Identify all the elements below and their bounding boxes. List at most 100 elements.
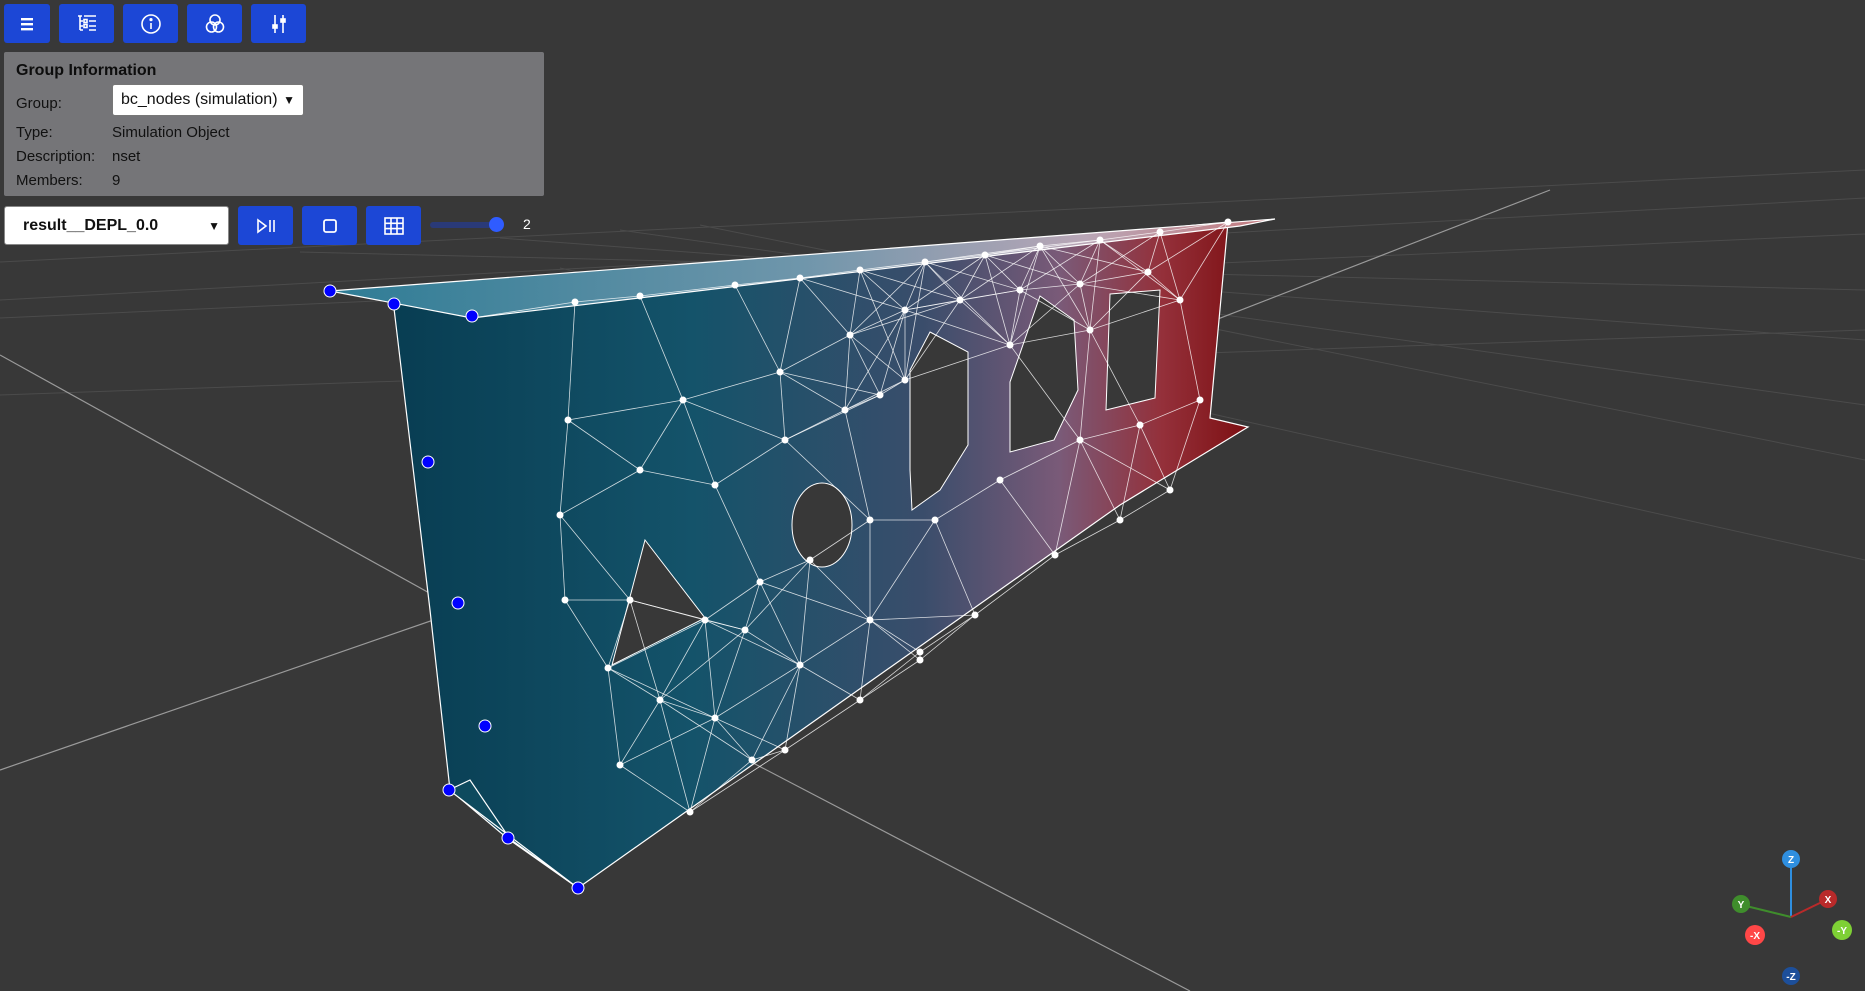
mesh-node: [796, 661, 804, 669]
mesh-node: [731, 281, 739, 289]
mesh-node: [846, 331, 854, 339]
mesh-node: [711, 714, 719, 722]
info-button[interactable]: [123, 4, 178, 43]
mesh-node: [866, 616, 874, 624]
description-value: nset: [112, 147, 141, 165]
mesh-node: [776, 368, 784, 376]
type-label: Type:: [16, 123, 53, 141]
boundary-node[interactable]: [451, 596, 465, 610]
mesh-node: [996, 476, 1004, 484]
sliders-icon: [271, 14, 286, 33]
mesh-node: [931, 516, 939, 524]
hamburger-menu-icon: [21, 17, 33, 30]
mesh-node: [1086, 326, 1094, 334]
mesh-node: [701, 616, 709, 624]
mesh-node: [916, 648, 924, 656]
members-label: Members:: [16, 171, 83, 189]
mesh-node: [971, 611, 979, 619]
mesh-node: [1144, 268, 1152, 276]
axis-z-label: Z: [1788, 855, 1794, 866]
tree-view-button[interactable]: [59, 4, 114, 43]
mesh-node: [1036, 242, 1044, 250]
menu-button[interactable]: [4, 4, 50, 43]
mesh-node: [756, 578, 764, 586]
main-toolbar: [4, 4, 306, 43]
hole-square: [1105, 289, 1161, 411]
axis-neg-z-label: -Z: [1786, 972, 1795, 983]
boundary-node[interactable]: [421, 455, 435, 469]
chevron-down-icon: ▼: [208, 218, 220, 233]
mesh-node: [921, 258, 929, 266]
mesh-node: [656, 696, 664, 704]
mesh-node: [1076, 436, 1084, 444]
mesh-node: [841, 406, 849, 414]
mesh-node: [604, 664, 612, 672]
mesh-node: [796, 274, 804, 282]
group-row: Group: bc_nodes (simulation) ▼: [16, 84, 536, 120]
group-label: Group:: [16, 94, 62, 112]
deformed-mesh[interactable]: [323, 218, 1276, 895]
mesh-node: [781, 436, 789, 444]
groups-button[interactable]: [187, 4, 242, 43]
axis-x-label: X: [1825, 895, 1832, 906]
axis-y-label: Y: [1738, 900, 1745, 911]
axis-neg-x-label: -X: [1750, 931, 1760, 942]
tree-list-icon: [77, 14, 96, 31]
boundary-node[interactable]: [323, 284, 337, 298]
description-label: Description:: [16, 147, 96, 165]
mesh-node: [1166, 486, 1174, 494]
result-field-select[interactable]: result__DEPL_0.0 ▼: [4, 206, 229, 245]
mesh-node: [866, 516, 874, 524]
mesh-grid-toggle-button[interactable]: [366, 206, 421, 245]
mesh-node: [741, 626, 749, 634]
group-select[interactable]: bc_nodes (simulation) ▼: [112, 84, 304, 116]
info-icon: [140, 13, 161, 34]
group-information-panel: Group Information Group: bc_nodes (simul…: [4, 52, 544, 196]
mesh-node: [1096, 236, 1104, 244]
mesh-node: [901, 376, 909, 384]
animation-slider-thumb[interactable]: [489, 217, 504, 232]
axes-gizmo[interactable]: Z Y X -X -Y -Z: [1732, 850, 1852, 985]
result-select-value: result__DEPL_0.0: [23, 216, 159, 234]
mesh-node: [616, 761, 624, 769]
mesh-node: [748, 756, 756, 764]
mesh-node: [1224, 218, 1232, 226]
boundary-node[interactable]: [571, 881, 585, 895]
mesh-node: [1156, 228, 1164, 236]
mesh-node: [711, 481, 719, 489]
mesh-node: [806, 556, 814, 564]
stop-button[interactable]: [302, 206, 357, 245]
mesh-node: [1016, 286, 1024, 294]
mesh-node: [1116, 516, 1124, 524]
mesh-node: [1006, 341, 1014, 349]
panel-title: Group Information: [16, 62, 157, 79]
mesh-node: [1136, 421, 1144, 429]
venn-circles-icon: [205, 13, 224, 33]
mesh-node: [1051, 551, 1059, 559]
mesh-node: [556, 511, 564, 519]
slider-value: 2: [523, 216, 531, 232]
play-pause-icon: [256, 217, 275, 234]
mesh-node: [781, 746, 789, 754]
mesh-node: [564, 416, 572, 424]
mesh-node: [856, 266, 864, 274]
boundary-node[interactable]: [478, 719, 492, 733]
members-row: Members: 9: [16, 168, 536, 192]
boundary-node[interactable]: [442, 783, 456, 797]
mesh-node: [561, 596, 569, 604]
chevron-down-icon: ▼: [283, 93, 295, 107]
hole-round: [791, 482, 853, 568]
play-pause-button[interactable]: [238, 206, 293, 245]
boundary-node[interactable]: [387, 297, 401, 311]
mesh-node: [686, 808, 694, 816]
mesh-node: [876, 391, 884, 399]
mesh-node: [916, 656, 924, 664]
stop-square-icon: [322, 218, 337, 233]
mesh-node: [1076, 280, 1084, 288]
settings-sliders-button[interactable]: [251, 4, 306, 43]
mesh-node: [1176, 296, 1184, 304]
boundary-node[interactable]: [501, 831, 515, 845]
group-select-value: bc_nodes (simulation): [121, 91, 278, 108]
mesh-node: [636, 292, 644, 300]
boundary-node[interactable]: [465, 309, 479, 323]
